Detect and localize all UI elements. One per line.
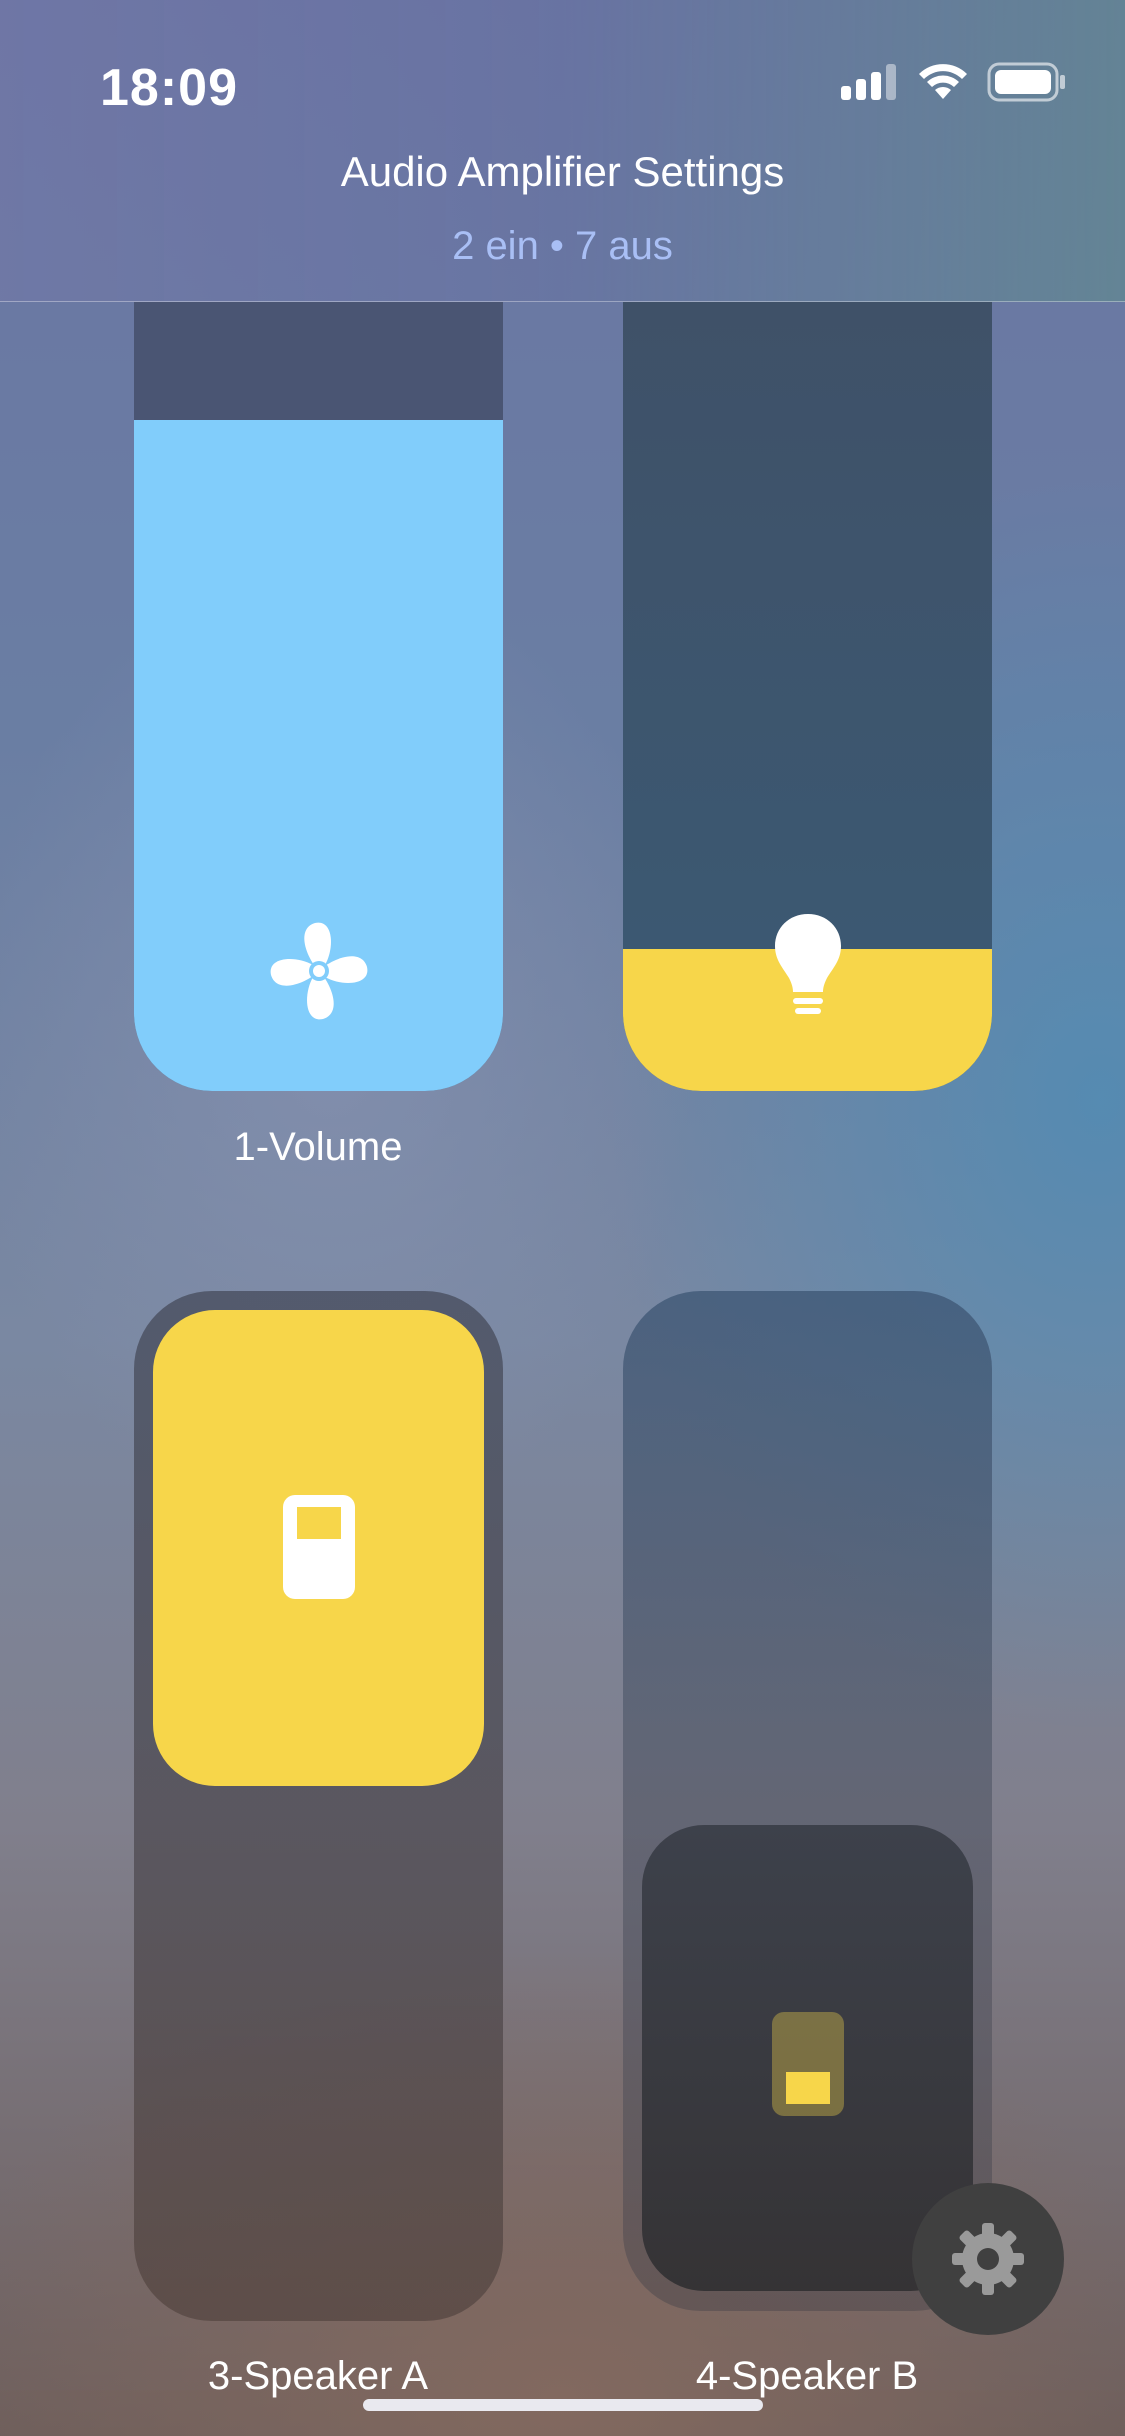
- light-brightness-slider[interactable]: [623, 302, 992, 1091]
- wifi-icon: [919, 64, 967, 99]
- speaker-b-switch[interactable]: [623, 1291, 992, 2311]
- tile-label-speaker-a: 3-Speaker A: [207, 2354, 429, 2398]
- status-icons: [841, 62, 1067, 102]
- settings-button[interactable]: [912, 2183, 1064, 2335]
- battery-icon: [987, 62, 1065, 102]
- fan-icon: [267, 919, 371, 1028]
- speaker-a-switch[interactable]: [134, 1291, 503, 2321]
- gear-icon: [952, 2223, 1024, 2295]
- switch-icon: [771, 2012, 844, 2121]
- page-title: Audio Amplifier Settings: [340, 148, 785, 195]
- lightbulb-icon: [773, 912, 843, 1027]
- accessory-count-summary: 2 ein • 7 aus: [452, 224, 673, 268]
- header: 18:09 Audio Amplifier Settings 2 ein • 7…: [0, 0, 1125, 302]
- home-indicator: [363, 2399, 763, 2411]
- switch-icon: [282, 1495, 355, 1604]
- tile-label-speaker-b: 4-Speaker B: [695, 2354, 919, 2398]
- status-time: 18:09: [100, 59, 238, 117]
- volume-slider[interactable]: [134, 302, 503, 1091]
- volume-slider-track: [134, 302, 503, 422]
- speaker-a-switch-knob: [153, 1310, 484, 1786]
- cellular-signal-icon: [841, 64, 896, 100]
- tile-label-volume: 1-Volume: [233, 1125, 403, 1169]
